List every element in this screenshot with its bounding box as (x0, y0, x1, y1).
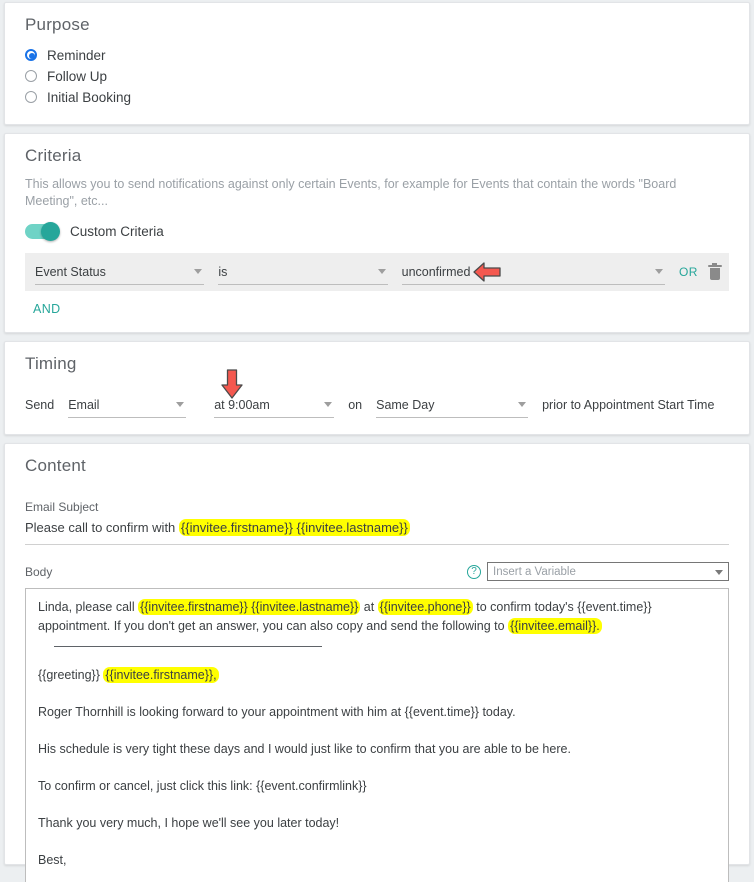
timing-title: Timing (25, 354, 77, 373)
purpose-option-label: Initial Booking (47, 89, 132, 105)
body-highlight-phone: {{invitee.phone}} (377, 599, 473, 615)
timing-day-select[interactable]: Same Day (376, 392, 529, 418)
purpose-option-label: Reminder (47, 47, 106, 63)
notification-settings-page: Purpose Reminder Follow Up Initial Booki… (0, 2, 754, 882)
custom-criteria-label: Custom Criteria (70, 224, 164, 239)
body-paragraph-3: Roger Thornhill is looking forward to yo… (38, 705, 516, 719)
chevron-down-icon (655, 269, 664, 274)
purpose-title: Purpose (25, 15, 90, 34)
help-circle-icon[interactable]: ? (467, 564, 481, 579)
timing-channel-value: Email (68, 397, 100, 412)
email-subject-prefix: Please call to confirm with (25, 520, 179, 535)
timing-channel-select[interactable]: Email (68, 392, 187, 418)
radio-follow-up-icon[interactable] (25, 70, 37, 82)
timing-suffix-label: prior to Appointment Start Time (542, 398, 715, 412)
insert-variable-group: ? Insert a Variable (467, 562, 729, 581)
purpose-card: Purpose Reminder Follow Up Initial Booki… (4, 2, 750, 125)
body-paragraph-6: Thank you very much, I hope we'll see yo… (38, 816, 340, 830)
criteria-field-value: Event Status (35, 264, 106, 279)
timing-send-label: Send (25, 398, 55, 412)
body-paragraph-1: Linda, please call {{invitee.firstname}}… (38, 598, 716, 636)
criteria-card: Criteria This allows you to send notific… (4, 133, 750, 333)
toggle-knob (41, 222, 60, 241)
trash-can (709, 267, 720, 280)
timing-day-value: Same Day (376, 397, 435, 412)
body-paragraph-7: Best, (38, 853, 67, 867)
timing-row: Send Email at 9:00am on Same Day prior t… (25, 392, 729, 418)
chevron-down-icon (194, 269, 203, 274)
radio-reminder-icon[interactable] (25, 49, 37, 61)
body-paragraph-5: To confirm or cancel, just click this li… (38, 779, 367, 793)
content-title: Content (25, 456, 86, 475)
insert-variable-placeholder: Insert a Variable (493, 565, 576, 578)
email-subject-label: Email Subject (25, 500, 99, 514)
custom-criteria-toggle[interactable] (25, 222, 60, 241)
insert-variable-select[interactable]: Insert a Variable (487, 562, 729, 581)
body-highlight-name: {{invitee.firstname}} {{invitee.lastname… (138, 599, 361, 615)
body-editor[interactable]: Linda, please call {{invitee.firstname}}… (25, 588, 729, 882)
body-label: Body (25, 564, 53, 579)
purpose-option-follow-up[interactable]: Follow Up (25, 66, 729, 86)
criteria-field-select[interactable]: Event Status (35, 259, 205, 285)
body-text: {{greeting}} (38, 668, 104, 682)
body-text: Linda, please call (38, 600, 139, 614)
criteria-value-select[interactable]: unconfirmed (401, 259, 666, 285)
custom-criteria-toggle-row[interactable]: Custom Criteria (25, 222, 729, 241)
body-highlight-firstname: {{invitee.firstname}}, (103, 667, 219, 683)
body-header: Body ? Insert a Variable (25, 562, 729, 581)
body-text: at (360, 600, 378, 614)
purpose-option-label: Follow Up (47, 68, 108, 84)
chevron-down-icon (324, 402, 333, 407)
radio-initial-booking-icon[interactable] (25, 91, 37, 103)
red-arrow-down-icon (221, 369, 243, 399)
chevron-down-icon (377, 269, 386, 274)
criteria-operator-value: is (218, 264, 228, 279)
body-paragraph-4: His schedule is very tight these days an… (38, 742, 571, 756)
criteria-and-button[interactable]: AND (25, 291, 729, 324)
purpose-option-initial-booking[interactable]: Initial Booking (25, 87, 729, 107)
criteria-title: Criteria (25, 146, 82, 165)
criteria-value-value: unconfirmed (401, 264, 471, 279)
trash-lid (707, 262, 722, 267)
email-subject-highlight: {{invitee.firstname}} {{invitee.lastname… (178, 519, 410, 536)
body-divider (54, 646, 322, 647)
timing-card: Timing Send Email at 9:00am on Same Day … (4, 341, 750, 435)
email-subject-input[interactable]: Please call to confirm with {{invitee.fi… (25, 518, 729, 545)
criteria-help-text: This allows you to send notifications ag… (25, 177, 677, 208)
chevron-down-icon (715, 570, 723, 575)
purpose-option-reminder[interactable]: Reminder (25, 45, 729, 65)
criteria-or-button[interactable]: OR (679, 265, 698, 279)
content-card: Content Email Subject Please call to con… (4, 443, 750, 882)
criteria-operator-select[interactable]: is (218, 259, 388, 285)
chevron-down-icon (518, 402, 527, 407)
criteria-rule-row: Event Status is unconfirmed OR (25, 253, 729, 291)
body-highlight-email: {{invitee.email}}. (508, 618, 602, 634)
trash-icon[interactable] (707, 262, 722, 280)
chevron-down-icon (176, 402, 185, 407)
timing-on-label: on (348, 398, 363, 412)
body-paragraph-2: {{greeting}} {{invitee.firstname}}, (38, 666, 716, 685)
red-arrow-left-icon (473, 262, 501, 282)
